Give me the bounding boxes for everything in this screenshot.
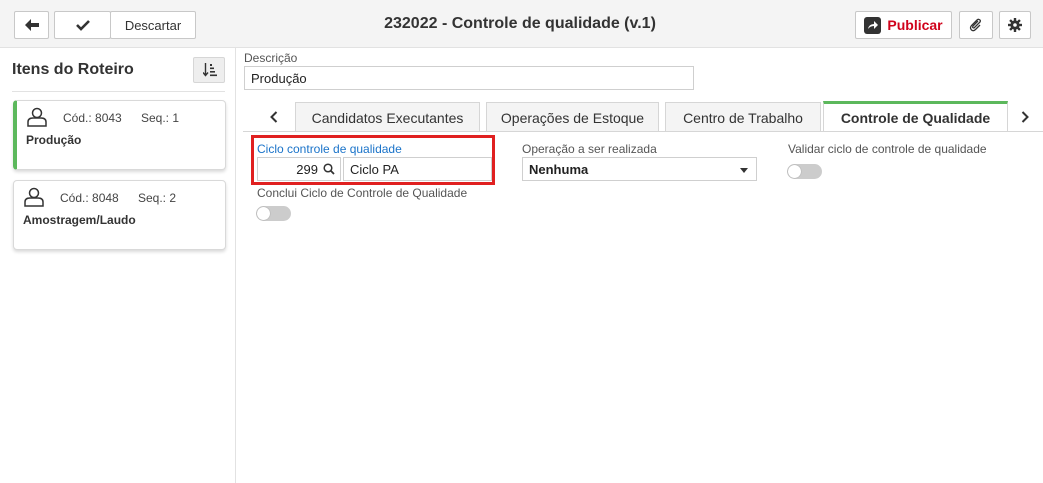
- ciclo-label: Ciclo controle de qualidade: [257, 142, 402, 156]
- discard-label: Descartar: [124, 17, 182, 33]
- tab-label: Operações de Estoque: [500, 109, 645, 126]
- operacao-select[interactable]: Nenhuma: [522, 157, 757, 181]
- tab-label: Centro de Trabalho: [683, 109, 803, 126]
- share-icon: [864, 16, 882, 34]
- check-icon: [75, 20, 90, 31]
- panel-title: Itens do Roteiro: [12, 61, 134, 78]
- toggle-knob: [257, 207, 270, 220]
- tab-label: Controle de Qualidade: [840, 110, 991, 126]
- arrow-left-icon: [24, 19, 39, 31]
- chevron-down-icon: [740, 168, 748, 173]
- page-title: 232022 - Controle de qualidade (v.1): [384, 15, 656, 32]
- tab-divider: [243, 131, 1043, 132]
- search-icon[interactable]: [323, 163, 335, 175]
- route-item-card[interactable]: Cód.: 8048 Seq.: 2 Amostragem/Laudo: [13, 180, 226, 250]
- chevron-left-icon: [270, 110, 278, 123]
- descricao-value: Produção: [251, 71, 307, 86]
- attach-button[interactable]: [959, 11, 993, 39]
- sort-icon: [203, 63, 217, 77]
- item-name: Amostragem/Laudo: [23, 213, 136, 227]
- tab-centro-trabalho[interactable]: Centro de Trabalho: [665, 102, 821, 132]
- item-code: Cód.: 8043: [63, 111, 122, 125]
- chevron-right-icon: [1021, 110, 1029, 123]
- item-seq: Seq.: 1: [141, 111, 180, 125]
- tab-controle-qualidade[interactable]: Controle de Qualidade: [823, 101, 1008, 132]
- back-button[interactable]: [14, 11, 49, 39]
- tab-candidatos-executantes[interactable]: Candidatos Executantes: [295, 102, 480, 132]
- divider: [12, 91, 225, 92]
- conclui-label: Conclui Ciclo de Controle de Qualidade: [257, 186, 468, 200]
- tab-operacoes-estoque[interactable]: Operações de Estoque: [486, 102, 659, 132]
- route-item-card[interactable]: Cód.: 8043 Seq.: 1 Produção: [13, 100, 226, 170]
- item-name: Produção: [26, 133, 82, 147]
- item-seq: Seq.: 2: [138, 191, 177, 205]
- conclui-toggle[interactable]: [256, 206, 291, 221]
- validar-toggle[interactable]: [787, 164, 822, 179]
- ciclo-name: Ciclo PA: [350, 162, 399, 177]
- item-code: Cód.: 8048: [60, 191, 119, 205]
- save-button[interactable]: [54, 11, 111, 39]
- discard-button[interactable]: Descartar: [110, 11, 196, 39]
- tab-scroll-right[interactable]: [1009, 101, 1041, 132]
- person-icon: [27, 107, 47, 127]
- descricao-label: Descrição: [244, 51, 298, 65]
- paperclip-icon: [969, 18, 981, 32]
- ciclo-code: 299: [296, 162, 318, 177]
- tab-label: Candidatos Executantes: [311, 109, 464, 126]
- descricao-field[interactable]: Produção: [244, 66, 694, 90]
- tab-scroll-left[interactable]: [258, 101, 290, 132]
- publish-button[interactable]: Publicar: [855, 11, 952, 39]
- operacao-value: Nenhuma: [529, 162, 589, 177]
- validar-label: Validar ciclo de controle de qualidade: [788, 142, 987, 156]
- toolbar: Descartar 232022 - Controle de qualidade…: [0, 0, 1043, 48]
- person-icon: [24, 187, 44, 207]
- route-items-panel: Itens do Roteiro Cód.: 8043 Seq.: 1 Prod…: [0, 48, 236, 483]
- tab-bar: Candidatos Executantes Operações de Esto…: [258, 101, 1043, 132]
- gear-icon: [1008, 18, 1022, 32]
- settings-button[interactable]: [999, 11, 1031, 39]
- sort-button[interactable]: [193, 57, 225, 83]
- ciclo-name-field[interactable]: Ciclo PA: [343, 157, 492, 181]
- toggle-knob: [788, 165, 801, 178]
- publish-label: Publicar: [887, 17, 943, 33]
- ciclo-code-field[interactable]: 299: [257, 157, 341, 181]
- operacao-label: Operação a ser realizada: [522, 142, 657, 156]
